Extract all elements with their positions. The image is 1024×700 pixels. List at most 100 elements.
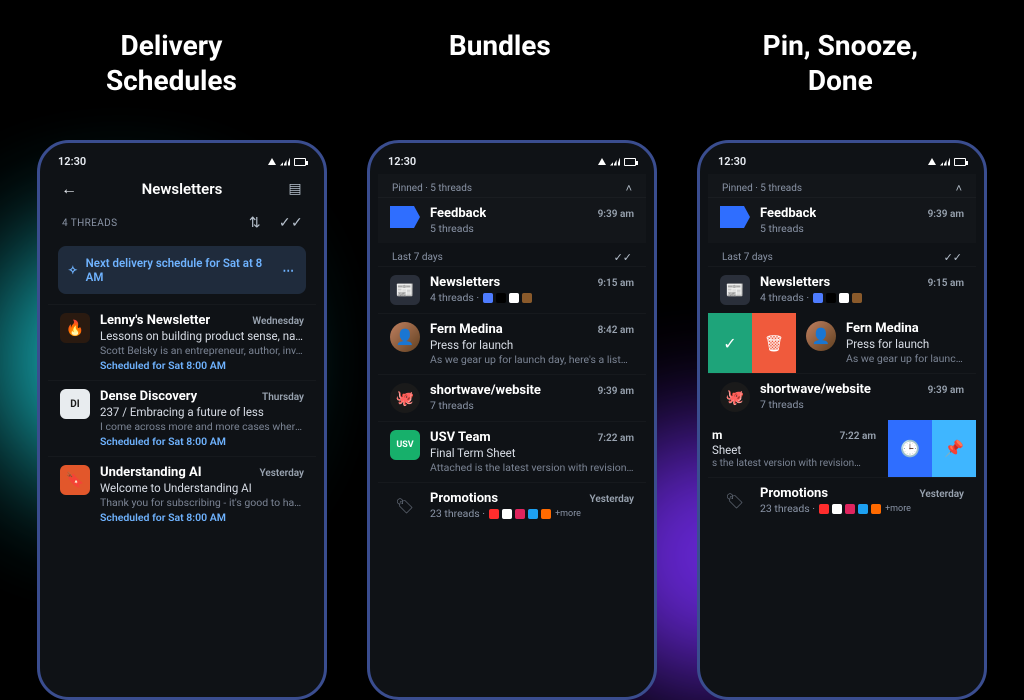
chevron-up-icon: ˄ (626, 182, 632, 195)
calendar-icon: ✧ (68, 263, 78, 277)
chevron-up-icon: ˄ (956, 182, 962, 195)
swipe-snooze-button[interactable]: 🕒 (888, 420, 932, 477)
sender-name: m (712, 428, 722, 442)
sender-avatar: 👤 (806, 321, 836, 351)
cell-signal-icon (610, 158, 620, 166)
section-last7days: Last 7 days ✓✓ (378, 243, 646, 266)
bundle-newsletters[interactable]: 📰 Newsletters 9:15 am 4 threads · (708, 266, 976, 313)
newsletter-list: 🔥 Lenny's NewsletterWednesday Lessons on… (48, 304, 316, 532)
subject: 237 / Embracing a future of less (100, 405, 304, 419)
schedule-line: Scheduled for Sat 8:00 AM (100, 511, 304, 524)
sender-chips (819, 504, 881, 514)
cell-signal-icon (940, 158, 950, 166)
timestamp: 9:15 am (928, 278, 964, 289)
mark-done-icon[interactable]: ✓✓ (280, 212, 302, 234)
timestamp: 8:42 am (598, 325, 634, 336)
timestamp: 9:39 am (928, 209, 964, 220)
tag-icon: 🏷 (720, 486, 750, 516)
list-item[interactable]: 🔥 Lenny's NewsletterWednesday Lessons on… (48, 304, 316, 380)
schedule-line: Scheduled for Sat 8:00 AM (100, 359, 304, 372)
subject: Press for launch (430, 338, 634, 352)
bundle-name: Newsletters (760, 275, 830, 290)
section-label-text: Last 7 days (722, 252, 773, 263)
swipe-pin-button[interactable]: 📌 (932, 420, 976, 477)
preview: Thank you for subscribing - it's good to… (100, 496, 304, 509)
bundle-promotions[interactable]: 🏷 PromotionsYesterday 23 threads · +more (708, 477, 976, 524)
status-bar: 12:30 (48, 153, 316, 174)
app-bar: ← Newsletters ▤ (48, 174, 316, 208)
swipe-delete-button[interactable]: 🗑 (752, 313, 796, 373)
preview: As we gear up for launch day, here's a l… (430, 353, 634, 366)
list-item[interactable]: 🔖 Understanding AIYesterday Welcome to U… (48, 456, 316, 532)
title-right: Pin, Snooze, Done (763, 28, 918, 98)
sender-avatar: DI (60, 389, 90, 419)
thread-fern-medina[interactable]: 👤 Fern Medina8:42 am Press for launch As… (378, 313, 646, 374)
clock: 12:30 (718, 155, 746, 168)
section-last7days: Last 7 days ✓✓ (708, 243, 976, 266)
thread-count: 4 threads · (760, 291, 809, 304)
back-button[interactable]: ← (58, 178, 80, 200)
subject: Final Term Sheet (430, 446, 634, 460)
subject: Lessons on building product sense, navig… (100, 329, 304, 343)
pinned-item[interactable]: Feedback 9:39 am 5 threads (708, 197, 976, 243)
schedule-line: Scheduled for Sat 8:00 AM (100, 435, 304, 448)
sender-chips (489, 509, 551, 519)
phone-bundles: 12:30 Pinned · 5 threads ˄ Feedback9:39 … (367, 140, 657, 700)
github-icon: 🐙 (390, 383, 420, 413)
bundle-newsletters[interactable]: 📰 Newsletters9:15 am 4 threads · (378, 266, 646, 313)
thread-count: 7 threads (430, 399, 634, 412)
thread-usv[interactable]: USV USV Team7:22 am Final Term Sheet Att… (378, 421, 646, 482)
pinned-section-header[interactable]: Pinned · 5 threads ˄ (378, 174, 646, 197)
clock: 12:30 (388, 155, 416, 168)
bundle-name: Feedback (760, 206, 816, 221)
timestamp: 7:22 am (840, 431, 876, 442)
sender-name: Fern Medina (846, 321, 966, 336)
timestamp: 9:39 am (928, 385, 964, 396)
bundle-name: Feedback (430, 206, 486, 221)
bundle-promotions[interactable]: 🏷 PromotionsYesterday 23 threads · +more (378, 482, 646, 529)
pinned-item[interactable]: Feedback9:39 am 5 threads (378, 197, 646, 243)
sender-name: USV Team (430, 430, 491, 445)
sender-name: Lenny's Newsletter (100, 313, 210, 328)
bundle-github[interactable]: 🐙 shortwave/website9:39 am 7 threads (378, 374, 646, 421)
preview: Scott Belsky is an entrepreneur, author,… (100, 344, 304, 357)
battery-icon (954, 158, 966, 166)
mark-done-icon[interactable]: ✓✓ (614, 251, 632, 264)
timestamp: Wednesday (252, 316, 304, 327)
phone-pin-snooze-done: 12:30 Pinned · 5 threads ˄ Feedback 9:39 … (697, 140, 987, 700)
github-icon: 🐙 (720, 382, 750, 412)
timestamp: 9:15 am (598, 278, 634, 289)
bundle-name: shortwave/website (430, 383, 541, 398)
wifi-icon (598, 158, 606, 165)
pinned-label: Pinned · 5 threads (392, 183, 472, 194)
delivery-banner[interactable]: ✧ Next delivery schedule for Sat at 8 AM… (58, 246, 306, 294)
pinned-label: Pinned · 5 threads (722, 183, 802, 194)
section-label-text: Last 7 days (392, 252, 443, 263)
swipe-done-button[interactable]: ✓ (708, 313, 752, 373)
list-item[interactable]: DI Dense DiscoveryThursday 237 / Embraci… (48, 380, 316, 456)
wifi-icon (928, 158, 936, 165)
swiped-thread[interactable]: ✓ 🗑 👤 Fern Medina Press for launch As we… (708, 313, 976, 373)
sender-name: Understanding AI (100, 465, 202, 480)
inbox-list: 📰 Newsletters9:15 am 4 threads · 👤 Fern … (378, 266, 646, 529)
archive-icon[interactable]: ▤ (284, 178, 306, 200)
tag-icon: 🏷 (390, 491, 420, 521)
thread-count: 4 threads · (430, 291, 479, 304)
inbox-list: 📰 Newsletters 9:15 am 4 threads · ✓ 🗑 👤 F… (708, 266, 976, 524)
banner-more-icon[interactable]: ⋯ (283, 263, 297, 277)
thread-count: 5 threads (760, 222, 964, 235)
mark-done-icon[interactable]: ✓✓ (944, 251, 962, 264)
timestamp: Yesterday (920, 489, 965, 500)
status-bar: 12:30 (378, 153, 646, 174)
preview: Attached is the latest version with revi… (430, 461, 634, 474)
bundle-github[interactable]: 🐙 shortwave/website9:39 am 7 threads (708, 373, 976, 420)
newsletter-icon: 📰 (720, 275, 750, 305)
filter-icon[interactable]: ⇅ (244, 212, 266, 234)
battery-icon (294, 158, 306, 166)
status-bar: 12:30 (708, 153, 976, 174)
swiped-thread-right[interactable]: m7:22 am Sheet s the latest version with… (708, 420, 976, 477)
pinned-section-header[interactable]: Pinned · 5 threads ˄ (708, 174, 976, 197)
more-label: +more (555, 509, 581, 519)
bundle-name: Promotions (760, 486, 828, 501)
bundle-name: Newsletters (430, 275, 500, 290)
